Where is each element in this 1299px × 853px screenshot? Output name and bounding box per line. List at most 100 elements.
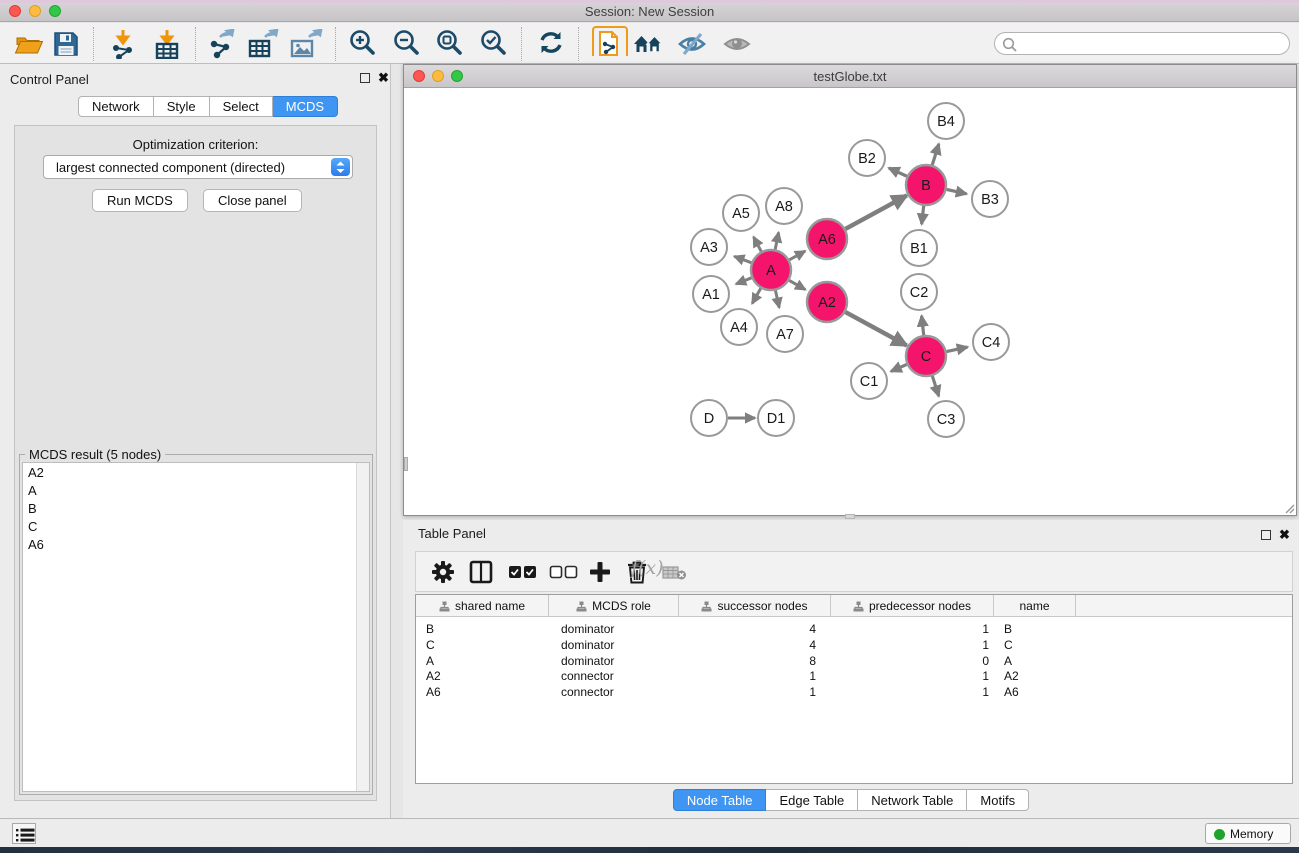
save-icon[interactable] [52,29,80,59]
graph-node-A6[interactable]: A6 [807,219,847,259]
table-cell[interactable]: A6 [994,684,1076,700]
search-input[interactable] [1021,34,1281,53]
column-header-predecessor-nodes[interactable]: predecessor nodes [831,595,994,617]
graph-edge-A-A3[interactable] [734,256,751,262]
deselect-all-icon[interactable] [549,565,579,579]
export-network-icon[interactable] [206,29,238,59]
table-row[interactable]: Bdominator41B [416,621,1292,637]
table-row[interactable]: A6connector11A6 [416,684,1292,700]
import-network-icon[interactable] [108,29,138,59]
table-row[interactable]: Cdominator41C [416,637,1292,653]
graph-edge-A-A5[interactable] [754,237,762,252]
float-panel-icon[interactable] [360,73,370,83]
result-list-item[interactable]: A [23,481,369,499]
column-header-MCDS-role[interactable]: MCDS role [549,595,679,617]
table-cell[interactable]: A2 [416,668,549,684]
close-table-panel-icon[interactable]: ✖ [1279,527,1290,543]
graph-node-B3[interactable]: B3 [972,181,1008,217]
import-table-icon[interactable] [152,29,182,59]
column-header-shared-name[interactable]: shared name [416,595,549,617]
delete-table-icon[interactable] [662,564,688,582]
result-list-item[interactable]: C [23,517,369,535]
table-cell[interactable]: A [416,653,549,669]
zoom-fit-icon[interactable] [435,29,465,59]
graph-node-A[interactable]: A [751,250,791,290]
graph-node-B4[interactable]: B4 [928,103,964,139]
task-history-button[interactable] [12,823,36,844]
graph-node-B2[interactable]: B2 [849,140,885,176]
zoom-in-icon[interactable] [348,29,378,59]
graph-edge-C-C2[interactable] [922,316,924,335]
network-canvas[interactable]: B4B2BB3A8A5A6A3B1AC2A1A2A4A7C4CC1DD1C3 [405,89,1295,515]
table-cell[interactable]: connector [549,684,679,700]
result-list-item[interactable]: A6 [23,535,369,553]
graph-node-C[interactable]: C [906,336,946,376]
show-eye-icon[interactable] [721,29,755,59]
graph-node-B1[interactable]: B1 [901,230,937,266]
tab-motifs[interactable]: Motifs [967,789,1029,811]
column-header-successor-nodes[interactable]: successor nodes [679,595,831,617]
table-cell[interactable]: 4 [679,637,831,653]
tab-network[interactable]: Network [78,96,154,117]
graph-edge-A6-B[interactable] [845,196,906,229]
table-cell[interactable]: dominator [549,637,679,653]
search-field[interactable] [994,32,1290,55]
table-cell[interactable]: dominator [549,621,679,637]
graph-edge-A-A4[interactable] [752,288,761,303]
close-panel-button[interactable]: Close panel [203,189,302,212]
graph-edge-C-C1[interactable] [891,364,907,371]
home-networks-icon[interactable] [632,29,666,59]
mcds-result-list[interactable]: A2ABCA6 [22,462,370,792]
graph-node-B[interactable]: B [906,165,946,205]
gear-icon[interactable] [430,559,456,585]
graph-edge-A-A1[interactable] [736,278,751,284]
zoom-out-icon[interactable] [392,29,422,59]
refresh-icon[interactable] [537,29,565,59]
tab-edge-table[interactable]: Edge Table [766,789,858,811]
table-row[interactable]: A2connector11A2 [416,668,1292,684]
graph-edge-B-B1[interactable] [922,206,924,224]
graph-node-A1[interactable]: A1 [693,276,729,312]
canvas-vertical-scrollbar[interactable] [404,457,408,471]
graph-edge-B-B4[interactable] [932,144,939,165]
tab-style[interactable]: Style [154,96,210,117]
table-cell[interactable]: A6 [416,684,549,700]
table-cell[interactable]: C [416,637,549,653]
graph-node-D1[interactable]: D1 [758,400,794,436]
zoom-selected-icon[interactable] [479,29,509,59]
table-cell[interactable]: 1 [831,637,994,653]
table-cell[interactable]: 1 [831,684,994,700]
network-document-icon[interactable] [592,26,628,56]
export-image-icon[interactable] [289,29,323,59]
table-cell[interactable]: A2 [994,668,1076,684]
table-cell[interactable]: 1 [679,668,831,684]
table-cell[interactable]: 4 [679,621,831,637]
result-list-item[interactable]: A2 [23,463,369,481]
tab-mcds[interactable]: MCDS [273,96,338,117]
table-cell[interactable]: 8 [679,653,831,669]
graph-edge-A2-C[interactable] [845,312,906,345]
graph-edge-A-A2[interactable] [789,280,805,289]
graph-node-A5[interactable]: A5 [723,195,759,231]
result-list-item[interactable]: B [23,499,369,517]
table-cell[interactable]: 1 [831,621,994,637]
graph-node-C3[interactable]: C3 [928,401,964,437]
tab-select[interactable]: Select [210,96,273,117]
table-cell[interactable]: A [994,653,1076,669]
graph-edge-A-A7[interactable] [775,291,779,308]
graph-edge-A-A8[interactable] [775,232,778,249]
splitter-handle[interactable] [845,514,855,519]
select-all-icon[interactable] [508,565,538,579]
graph-edge-C-C3[interactable] [932,376,938,396]
export-table-icon[interactable] [247,29,279,59]
table-cell[interactable]: connector [549,668,679,684]
tab-network-table[interactable]: Network Table [858,789,967,811]
table-cell[interactable]: 1 [831,668,994,684]
table-cell[interactable]: B [994,621,1076,637]
table-cell[interactable]: dominator [549,653,679,669]
resize-grip-icon[interactable] [1284,503,1295,514]
run-mcds-button[interactable]: Run MCDS [92,189,188,212]
table-row[interactable]: Adominator80A [416,653,1292,669]
function-icon[interactable]: f(x) [631,557,664,579]
graph-node-A3[interactable]: A3 [691,229,727,265]
